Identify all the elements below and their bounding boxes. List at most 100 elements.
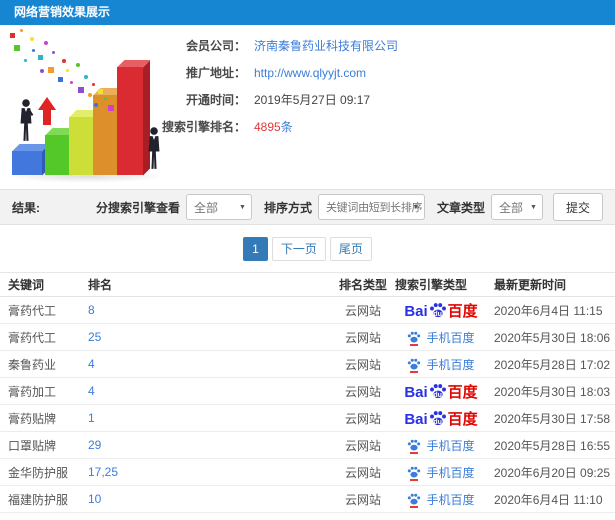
rank-link[interactable]: 29 xyxy=(88,438,101,452)
open-time-value: 2019年5月27日 09:17 xyxy=(254,93,371,107)
updated-cell: 2020年5月30日 18:03 xyxy=(494,384,611,399)
engine-view-label: 分搜索引擎查看 xyxy=(95,200,180,215)
mobile-baidu-label: 手机百度 xyxy=(426,330,475,345)
confetti-dot xyxy=(92,83,95,86)
header-rank: 排名 xyxy=(88,278,113,292)
keyword-cell: 福建防护服 xyxy=(8,492,69,507)
rank-type-cell: 云网站 xyxy=(344,492,381,507)
baidu-paw-icon: du xyxy=(429,301,447,319)
promo-url-label: 推广地址： xyxy=(185,66,246,80)
baidu-logo-cn: 百度 xyxy=(447,303,478,320)
table-row: 膏药加工 4 云网站 Bai du 百度 2020年5月30日 18:03 xyxy=(0,378,615,405)
paw-icon xyxy=(407,438,421,454)
pagination: 1 下一页 尾页 xyxy=(0,225,615,272)
updated-cell: 2020年5月28日 17:02 xyxy=(494,357,611,372)
filter-group: 分搜索引擎查看 全部 ▼ 排序方式 关键词由短到长排序 ▼ 文章类型 全部 ▼ … xyxy=(96,193,603,221)
rank-link[interactable]: 8 xyxy=(88,303,95,317)
chevron-down-icon: ▼ xyxy=(239,204,246,211)
confetti-dot xyxy=(30,37,34,41)
bar-blue xyxy=(12,151,42,175)
article-type-selected: 全部 xyxy=(498,200,523,215)
rank-type-cell: 云网站 xyxy=(344,465,381,480)
submit-button[interactable]: 提交 xyxy=(552,193,603,221)
updated-cell: 2020年5月30日 18:06 xyxy=(494,330,611,345)
table-row: 秦鲁药业 4 云网站 手机百度 2020年5月28日 17:02 xyxy=(0,351,615,378)
sort-selected: 关键词由短到长排序 xyxy=(325,202,423,214)
baidu-logo-bai: Bai xyxy=(404,411,428,428)
bar-red xyxy=(117,67,143,175)
engine-view-selected: 全部 xyxy=(193,200,218,215)
promo-url-link[interactable]: http://www.qlyyjt.com xyxy=(254,66,366,80)
bar-green xyxy=(45,135,71,175)
paw-icon xyxy=(407,492,421,508)
paw-icon xyxy=(407,357,421,373)
confetti-dot xyxy=(24,59,27,62)
baidu-logo-cn: 百度 xyxy=(447,411,478,428)
keyword-cell: 口罩贴牌 xyxy=(8,438,57,453)
confetti-dot xyxy=(48,67,54,73)
keyword-cell: 膏药贴牌 xyxy=(8,411,57,426)
confetti-dot xyxy=(70,81,73,84)
open-time-row: 开通时间： 2019年5月27日 09:17 xyxy=(150,92,398,107)
engine-rank-count: 4895 xyxy=(254,120,281,134)
result-label: 结果: xyxy=(12,200,40,215)
updated-cell: 2020年6月4日 11:10 xyxy=(494,492,603,507)
confetti-dot xyxy=(40,69,44,73)
member-company-link[interactable]: 济南秦鲁药业科技有限公司 xyxy=(254,37,398,54)
confetti-dot xyxy=(94,103,98,107)
chevron-down-icon: ▼ xyxy=(412,204,419,211)
baidu-paw-icon: du xyxy=(429,409,447,427)
rank-type-cell: 云网站 xyxy=(344,384,381,399)
chevron-down-icon: ▼ xyxy=(530,204,537,211)
rank-link[interactable]: 1 xyxy=(88,411,95,425)
rank-link[interactable]: 10 xyxy=(88,492,101,506)
rank-link[interactable]: 4 xyxy=(88,357,95,371)
engine-view-select[interactable]: 全部 ▼ xyxy=(185,194,252,220)
table-row: 膏药代工 8 云网站 Bai du 百度 2020年6月4日 11:15 xyxy=(0,297,615,324)
account-info-panel: 会员公司： 济南秦鲁药业科技有限公司 推广地址： http://www.qlyy… xyxy=(0,25,615,189)
rank-type-cell: 云网站 xyxy=(344,357,381,372)
confetti-dot xyxy=(98,89,103,94)
mobile-baidu-badge: 手机百度 xyxy=(407,464,475,481)
rank-type-cell: 云网站 xyxy=(344,303,381,318)
page-1-button[interactable]: 1 xyxy=(243,236,268,261)
bar-yellow xyxy=(69,117,95,175)
businessman-figure-left xyxy=(18,98,34,151)
mobile-baidu-badge: 手机百度 xyxy=(407,491,475,508)
last-page-button[interactable]: 尾页 xyxy=(329,236,372,261)
keyword-cell: 金华防护服 xyxy=(8,465,69,480)
confetti-dot xyxy=(10,33,15,38)
mobile-baidu-badge: 手机百度 xyxy=(407,437,475,454)
table-row: 福建防护服 10 云网站 手机百度 2020年6月4日 11:10 xyxy=(0,486,615,513)
keyword-rank-table: 关键词 排名 排名类型 搜索引擎类型 最新更新时间 膏药代工 8 云网站 Bai… xyxy=(0,272,615,513)
confetti-dot xyxy=(66,69,69,72)
article-type-select[interactable]: 全部 ▼ xyxy=(490,194,543,220)
confetti-dot xyxy=(104,97,107,100)
rank-link[interactable]: 17,25 xyxy=(88,465,118,479)
engine-rank-unit: 条 xyxy=(280,120,293,134)
rank-link[interactable]: 25 xyxy=(88,330,101,344)
header-rank-type: 排名类型 xyxy=(338,278,387,292)
confetti-dot xyxy=(38,55,43,60)
bar-orange xyxy=(93,95,118,175)
table-header-row: 关键词 排名 排名类型 搜索引擎类型 最新更新时间 xyxy=(0,273,615,297)
table-row: 膏药代工 25 云网站 手机百度 2020年5月30日 18:06 xyxy=(0,324,615,351)
baidu-logo-bai: Bai xyxy=(404,384,428,401)
rank-type-cell: 云网站 xyxy=(344,438,381,453)
sort-select[interactable]: 关键词由短到长排序 ▼ xyxy=(317,194,425,220)
updated-cell: 2020年6月4日 11:15 xyxy=(494,303,603,318)
member-company-row: 会员公司： 济南秦鲁药业科技有限公司 xyxy=(150,38,398,53)
rank-link[interactable]: 4 xyxy=(88,384,95,398)
header-updated: 最新更新时间 xyxy=(494,278,567,292)
confetti-dot xyxy=(14,45,20,51)
header-keyword: 关键词 xyxy=(8,278,45,292)
table-row: 膏药贴牌 1 云网站 Bai du 百度 2020年5月30日 17:58 xyxy=(0,405,615,432)
rank-type-cell: 云网站 xyxy=(344,330,381,345)
sort-label: 排序方式 xyxy=(263,200,312,215)
mobile-baidu-label: 手机百度 xyxy=(426,465,475,480)
confetti-dot xyxy=(52,51,55,54)
next-page-button[interactable]: 下一页 xyxy=(271,236,326,261)
baidu-logo-du: du xyxy=(433,392,442,399)
table-row: 口罩贴牌 29 云网站 手机百度 2020年5月28日 16:55 xyxy=(0,432,615,459)
baidu-paw-icon: du xyxy=(429,382,447,400)
